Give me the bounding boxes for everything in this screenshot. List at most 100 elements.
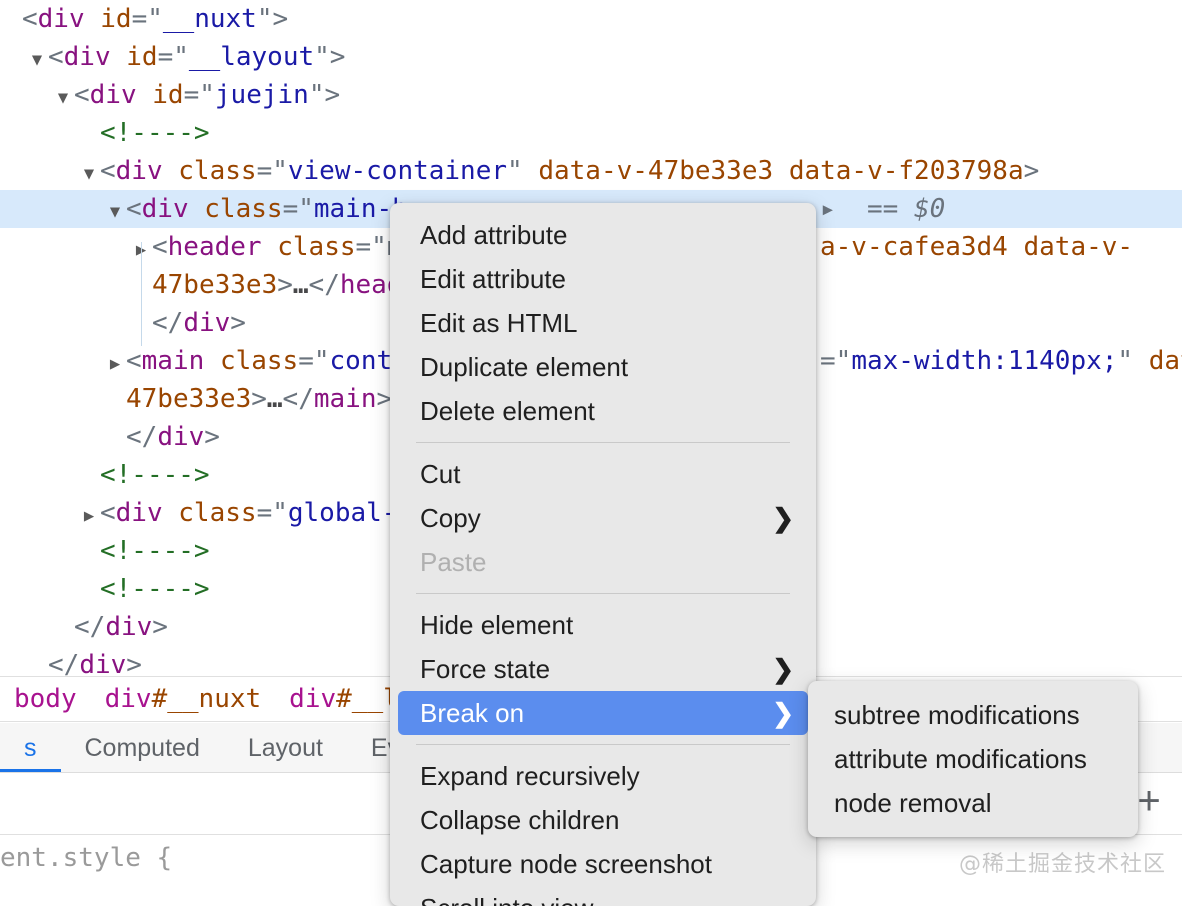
devtools-panel: ▶<div id="__nuxt">▼<div id="__layout">▼<… xyxy=(0,0,1182,906)
dom-token: <!----> xyxy=(100,574,210,604)
menu-item-expand-recursively[interactable]: Expand recursively xyxy=(390,754,816,798)
dom-token: div xyxy=(157,422,205,452)
expand-triangle-down-icon[interactable]: ▼ xyxy=(104,193,126,231)
dom-token: 47be33e3 xyxy=(126,384,252,414)
dom-token xyxy=(163,498,179,528)
dom-token: div xyxy=(37,4,85,34)
breadcrumb-tag: div xyxy=(104,684,152,714)
menu-item-delete-element[interactable]: Delete element xyxy=(390,389,816,433)
menu-item-duplicate-element[interactable]: Duplicate element xyxy=(390,345,816,389)
expand-spacer-icon: ▶ xyxy=(52,611,74,649)
menu-item-copy[interactable]: Copy ❯ xyxy=(390,496,816,540)
dom-token: "> xyxy=(314,42,346,72)
dom-token-overflow: a-v-cafea3d4 data-v- xyxy=(820,228,1133,266)
dom-token-overflow: ="max-width:1140px;" dat xyxy=(820,342,1182,380)
expand-triangle-right-icon[interactable]: ▶ xyxy=(78,497,100,535)
menu-item-break-on[interactable]: Break on ❯ xyxy=(398,691,808,735)
dom-token: div xyxy=(115,498,163,528)
dom-token: data-v- xyxy=(1023,232,1134,262)
dom-node-row[interactable]: ▶<div id="__nuxt"> xyxy=(0,0,1182,38)
dom-node-row[interactable]: ▼ <div class="view-container" data-v-47be… xyxy=(0,152,1182,190)
dom-token xyxy=(163,156,179,186)
breadcrumb-item[interactable]: div#__nuxt xyxy=(91,684,276,714)
watermark-label: @稀土掘金技术社区 xyxy=(958,852,1166,877)
menu-item-scroll-into-view[interactable]: Scroll into view xyxy=(390,886,816,906)
dom-token: <!----> xyxy=(100,118,210,148)
chevron-right-icon: ❯ xyxy=(772,503,794,533)
menu-item-edit-attribute[interactable]: Edit attribute xyxy=(390,257,816,301)
dom-token: </ xyxy=(152,308,184,338)
dom-token: class xyxy=(178,156,257,186)
expand-spacer-icon: ▶ xyxy=(0,3,22,41)
menu-item-label: Edit attribute xyxy=(420,264,566,294)
tab-s[interactable]: s xyxy=(0,723,61,772)
dom-token: $0 xyxy=(913,194,946,224)
menu-item-hide-element[interactable]: Hide element xyxy=(390,603,816,647)
dom-token xyxy=(204,346,220,376)
menu-item-label: Capture node screenshot xyxy=(420,849,712,879)
dom-token: > xyxy=(251,384,267,414)
expand-triangle-down-icon[interactable]: ▼ xyxy=(78,155,100,193)
dom-token: > xyxy=(126,650,142,676)
menu-separator xyxy=(416,593,790,594)
dom-token: <!----> xyxy=(100,460,210,490)
dom-token xyxy=(262,232,278,262)
context-submenu-break-on[interactable]: subtree modifications attribute modificat… xyxy=(808,681,1138,837)
menu-item-label: Delete element xyxy=(420,396,595,426)
dom-token: class xyxy=(178,498,257,528)
menu-item-add-attribute[interactable]: Add attribute xyxy=(390,213,816,257)
menu-item-collapse-children[interactable]: Collapse children xyxy=(390,798,816,842)
expand-spacer-icon: ▶ xyxy=(26,649,48,676)
dom-token: header xyxy=(167,232,262,262)
dom-token: =" xyxy=(131,4,163,34)
context-menu[interactable]: Add attribute Edit attribute Edit as HTML D… xyxy=(390,203,816,906)
dom-token: div xyxy=(79,650,127,676)
dom-token: < xyxy=(22,4,38,34)
tab-layout[interactable]: Layout xyxy=(224,723,347,772)
dom-token: class xyxy=(277,232,356,262)
menu-separator xyxy=(416,744,790,745)
menu-item-label: Break on xyxy=(420,698,525,728)
menu-item-label: Copy xyxy=(420,503,481,533)
expand-spacer-icon: ▶ xyxy=(78,573,100,611)
dom-token: == xyxy=(835,194,914,224)
submenu-item-subtree-modifications[interactable]: subtree modifications xyxy=(808,693,1138,737)
menu-item-edit-as-html[interactable]: Edit as HTML xyxy=(390,301,816,345)
expand-triangle-right-icon[interactable]: ▶ xyxy=(104,345,126,383)
menu-item-label: Paste xyxy=(420,547,487,577)
style-rule-selector[interactable]: ent.style { xyxy=(0,843,172,873)
dom-token: </ xyxy=(74,612,106,642)
dom-node-row[interactable]: ▶<!----> xyxy=(0,114,1182,152)
menu-item-label: Scroll into view xyxy=(420,893,593,906)
expand-triangle-down-icon[interactable]: ▼ xyxy=(52,79,74,117)
dom-token: div xyxy=(105,612,153,642)
menu-item-label: Add attribute xyxy=(420,220,568,250)
menu-item-paste: Paste xyxy=(390,540,816,584)
dom-token: > xyxy=(1023,156,1040,186)
menu-item-capture-node-screenshot[interactable]: Capture node screenshot xyxy=(390,842,816,886)
submenu-item-node-removal[interactable]: node removal xyxy=(808,781,1138,825)
dom-token: dat xyxy=(1148,346,1182,376)
dom-node-row[interactable]: ▼ <div id="__layout"> xyxy=(0,38,1182,76)
tab-computed[interactable]: Computed xyxy=(61,723,224,772)
dom-node-row[interactable]: ▼ <div id="juejin"> xyxy=(0,76,1182,114)
expand-spacer-icon: ▶ xyxy=(78,459,100,497)
dom-token: < xyxy=(74,80,90,110)
dom-token: < xyxy=(126,194,142,224)
dom-token: __nuxt xyxy=(162,4,257,34)
dom-token: < xyxy=(100,498,116,528)
dom-token: div xyxy=(63,42,111,72)
breadcrumb-item[interactable]: body xyxy=(0,684,91,714)
dom-token: < xyxy=(48,42,64,72)
menu-item-force-state[interactable]: Force state ❯ xyxy=(390,647,816,691)
dom-token: =" xyxy=(183,80,215,110)
dom-token: =" xyxy=(298,346,330,376)
expand-triangle-down-icon[interactable]: ▼ xyxy=(26,41,48,79)
dom-token: =" xyxy=(282,194,314,224)
dom-token: ▸ xyxy=(820,194,836,224)
dom-token xyxy=(1008,232,1024,262)
menu-item-cut[interactable]: Cut xyxy=(390,452,816,496)
submenu-item-attribute-modifications[interactable]: attribute modifications xyxy=(808,737,1138,781)
expand-spacer-icon: ▶ xyxy=(78,535,100,573)
dom-token: max-width:1140px; xyxy=(851,346,1118,376)
